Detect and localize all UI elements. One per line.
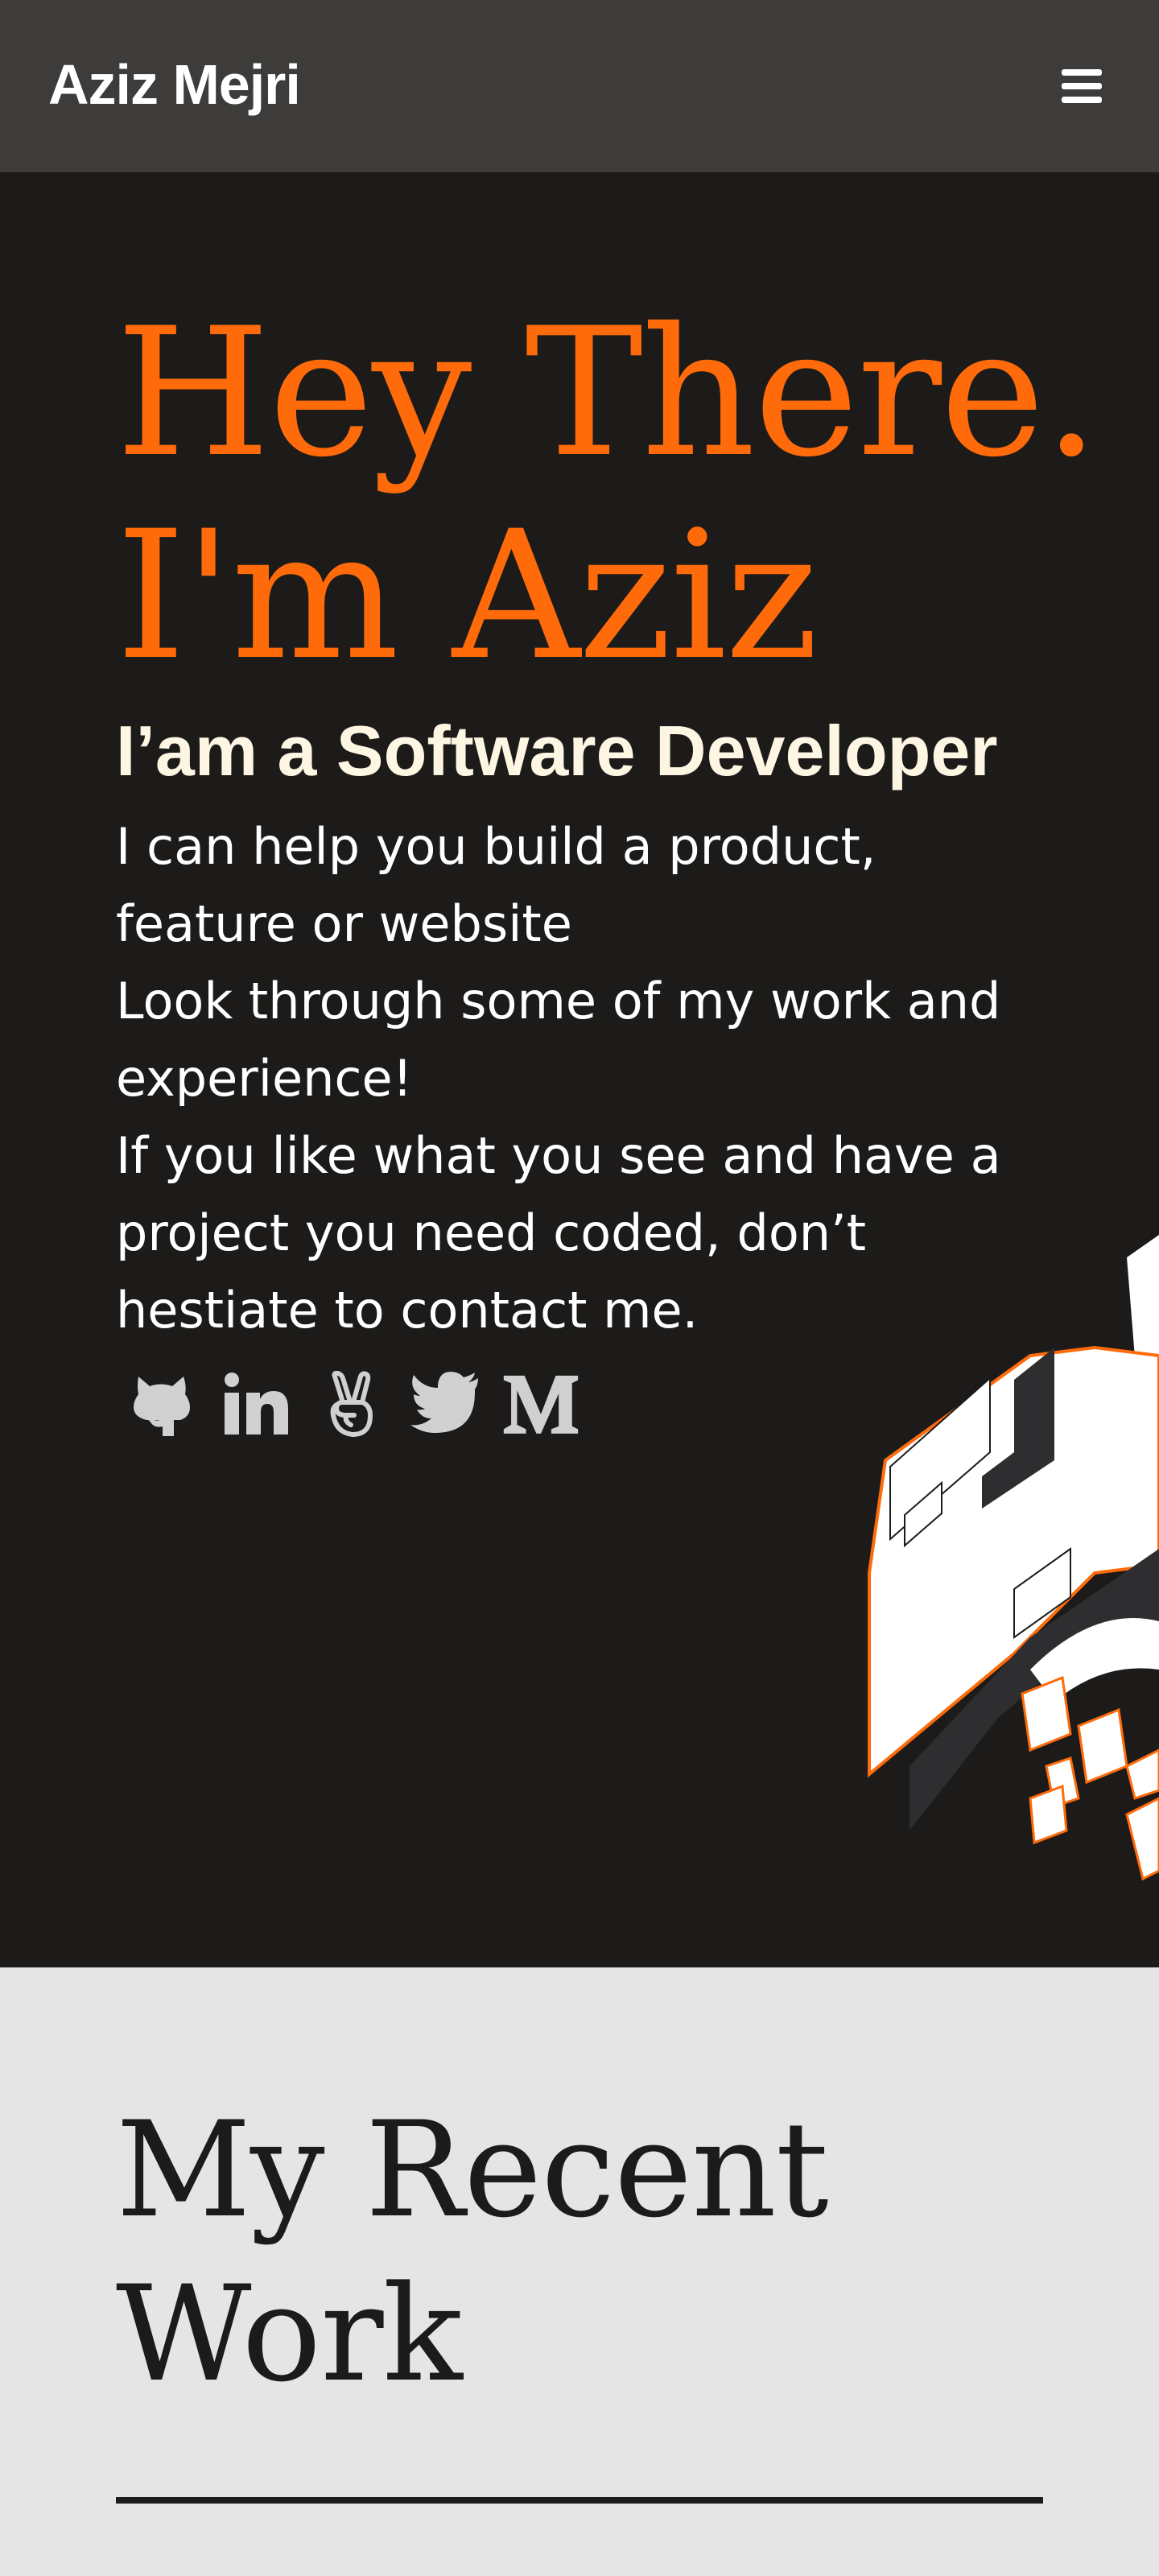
navbar: Aziz Mejri (0, 0, 1159, 172)
section-divider (116, 2497, 1043, 2504)
hero-role-heading: I’am a Software Developer (116, 711, 998, 791)
hero-title-line-1: Hey There. (116, 290, 1099, 496)
github-link[interactable] (122, 1360, 200, 1448)
illustration-pixel (1125, 1797, 1159, 1881)
hamburger-menu-icon (1062, 69, 1102, 103)
illustration-pixel (1077, 1707, 1128, 1785)
github-icon (134, 1377, 190, 1436)
recent-work-title-line-2: Work (116, 2257, 463, 2411)
angellist-icon (330, 1370, 373, 1437)
medium-icon (503, 1375, 579, 1434)
illustration-pixel (1125, 1748, 1159, 1800)
hero-illustration (868, 1235, 1159, 1881)
twitter-icon (410, 1372, 478, 1433)
twitter-link[interactable] (407, 1360, 485, 1448)
brand-logo-link[interactable]: Aziz Mejri (48, 48, 301, 121)
recent-work-section: My Recent Work (0, 1967, 1159, 2576)
recent-work-title: My Recent Work (116, 2088, 829, 2417)
hero-title: Hey There. I'm Aziz (116, 290, 1099, 699)
illustration-pixel (1029, 1784, 1068, 1845)
linkedin-icon (225, 1373, 288, 1435)
social-links (122, 1356, 580, 1452)
hero-intro-line: Look through some of my work and (116, 972, 1001, 1030)
illustration-shard (1127, 1235, 1159, 1364)
medium-link[interactable] (502, 1360, 580, 1448)
hero-title-line-2: I'm Aziz (116, 493, 819, 699)
hero-section: Hey There. I'm Aziz I’am a Software Deve… (0, 172, 1159, 1967)
linkedin-link[interactable] (217, 1360, 295, 1448)
hero-intro-line: feature or website (116, 894, 572, 953)
hero-intro-line: I can help you build a product, (116, 817, 876, 876)
recent-work-title-line-1: My Recent (116, 2093, 829, 2247)
hamburger-menu-button[interactable] (1043, 60, 1120, 113)
angellist-link[interactable] (312, 1360, 390, 1448)
